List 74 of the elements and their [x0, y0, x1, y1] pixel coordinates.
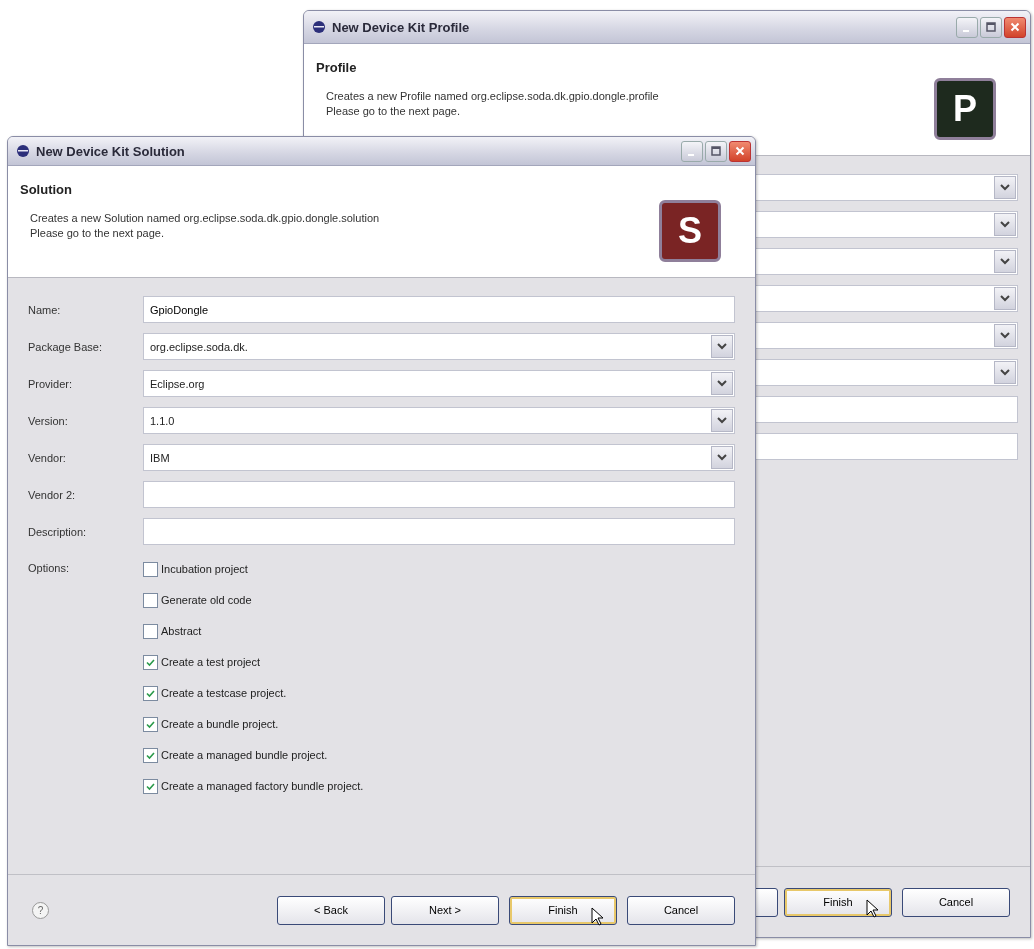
- checkbox-option[interactable]: Incubation project: [143, 555, 248, 583]
- chevron-icon: [717, 380, 727, 387]
- field-label: Provider:: [28, 377, 74, 390]
- checkbox-option[interactable]: Create a managed factory bundle project.: [143, 772, 364, 800]
- maximize-button[interactable]: [980, 16, 1002, 38]
- field-label: Vendor:: [28, 451, 67, 464]
- close-button[interactable]: [1004, 16, 1026, 38]
- field-label: Name:: [28, 303, 62, 316]
- dropdown-field[interactable]: IBM: [143, 444, 735, 471]
- chevron-icon: [1000, 295, 1010, 302]
- dropdown-field[interactable]: 1.1.0: [143, 407, 735, 434]
- minimize-icon: [687, 154, 694, 156]
- chevron-icon: [1000, 369, 1010, 376]
- dialog-button[interactable]: Cancel: [627, 895, 735, 925]
- dropdown-field[interactable]: org.eclipse.soda.dk.: [143, 333, 735, 360]
- field-label: Description:: [28, 525, 88, 538]
- maximize-button[interactable]: [705, 140, 727, 162]
- checkbox[interactable]: [143, 716, 158, 732]
- checkbox[interactable]: [143, 561, 158, 577]
- text-field[interactable]: [143, 481, 735, 508]
- chevron-icon: [1000, 332, 1010, 339]
- field-value: org.eclipse.soda.dk.: [150, 340, 248, 353]
- checkbox[interactable]: [143, 592, 158, 608]
- checkbox-option[interactable]: Create a managed bundle project.: [143, 741, 328, 769]
- cursor-icon: [591, 906, 604, 926]
- field-label: Options:: [28, 561, 70, 574]
- field-value: Eclipse.org: [150, 377, 205, 390]
- window-title: New Device Kit Solution: [36, 143, 186, 159]
- chevron-icon: [717, 417, 727, 424]
- checkbox[interactable]: [143, 747, 158, 763]
- dialog-button[interactable]: Finish: [509, 895, 617, 925]
- dialog-button[interactable]: Finish: [784, 887, 892, 917]
- checkbox[interactable]: [143, 778, 158, 794]
- field-value: IBM: [150, 451, 170, 464]
- minimize-icon: [962, 30, 969, 32]
- checkbox-option[interactable]: Create a test project: [143, 648, 261, 676]
- chevron-icon: [1000, 221, 1010, 228]
- dialog-button[interactable]: Cancel: [902, 887, 1010, 917]
- checkbox[interactable]: [143, 623, 158, 639]
- help-button[interactable]: ?: [32, 901, 49, 919]
- checkbox-option[interactable]: Create a testcase project.: [143, 679, 287, 707]
- chevron-icon: [717, 454, 727, 461]
- dropdown-field[interactable]: Eclipse.org: [143, 370, 735, 397]
- dialog-button[interactable]: < Back: [277, 895, 385, 925]
- wizard-logo: P: [934, 78, 996, 140]
- checkbox[interactable]: [143, 654, 158, 670]
- close-icon: [1010, 22, 1020, 32]
- text-field[interactable]: GpioDongle: [143, 296, 735, 323]
- page-heading: Profile: [316, 60, 358, 75]
- field-label: Version:: [28, 414, 69, 427]
- checkbox-option[interactable]: Generate old code: [143, 586, 252, 614]
- field-label: Vendor 2:: [28, 488, 77, 501]
- checkbox[interactable]: [143, 685, 158, 701]
- field-value: 1.1.0: [150, 414, 175, 427]
- wizard-logo: S: [659, 200, 721, 262]
- checkbox-option[interactable]: Create a bundle project.: [143, 710, 279, 738]
- maximize-icon: [986, 22, 996, 32]
- page-heading: Solution: [20, 182, 73, 197]
- window-title: New Device Kit Profile: [332, 19, 471, 35]
- maximize-icon: [711, 146, 721, 156]
- checkbox-option[interactable]: Abstract: [143, 617, 202, 645]
- text-field[interactable]: [143, 518, 735, 545]
- page-description: Please go to the next page.: [325, 104, 461, 119]
- chevron-icon: [1000, 258, 1010, 265]
- page-description: Creates a new Solution named org.eclipse.soda.dk.gpio.dongle.solution: [29, 211, 380, 226]
- field-label: Package Base:: [28, 340, 103, 353]
- page-description: Please go to the next page.: [29, 226, 165, 241]
- chevron-icon: [717, 343, 727, 350]
- page-description: Creates a new Profile named org.eclipse.soda.dk.gpio.dongle.profile: [325, 89, 659, 104]
- dialog-button[interactable]: Next >: [391, 895, 499, 925]
- close-icon: [735, 146, 745, 156]
- chevron-icon: [1000, 184, 1010, 191]
- close-button[interactable]: [729, 140, 751, 162]
- cursor-icon: [866, 898, 879, 918]
